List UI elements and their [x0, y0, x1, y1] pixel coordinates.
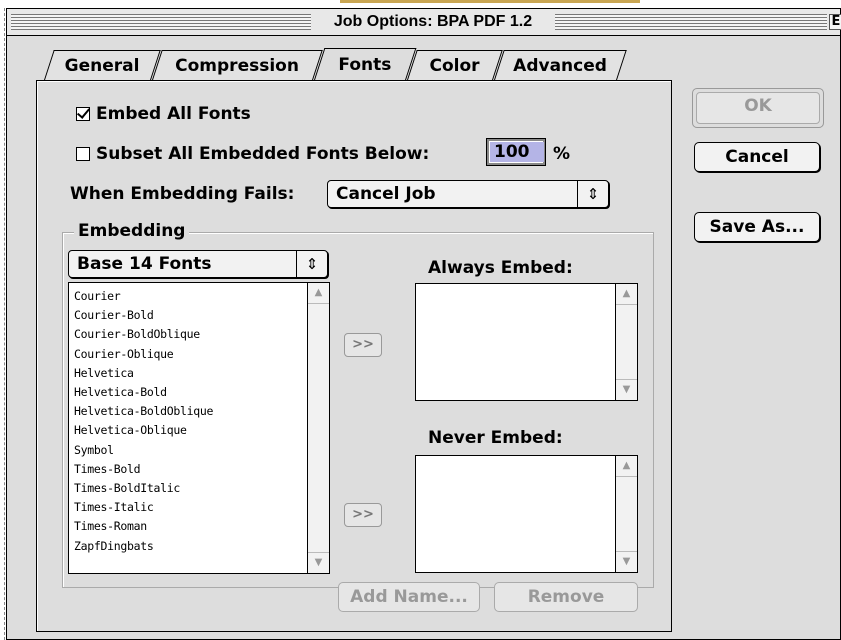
tab-compression-label: Compression [175, 56, 299, 76]
always-embed-list[interactable]: ▲ ▼ [415, 283, 638, 401]
tab-color-label: Color [429, 56, 480, 76]
title-bar-stripes-left [11, 14, 311, 30]
scroll-down-arrow-icon[interactable]: ▼ [616, 551, 637, 572]
tab-fonts-label: Fonts [338, 55, 392, 75]
scroll-up-arrow-icon[interactable]: ▲ [616, 456, 637, 477]
save-as-button[interactable]: Save As... [694, 212, 820, 242]
font-source-popup[interactable]: Base 14 Fonts ⇕ [68, 250, 328, 278]
background-window-edge [340, 0, 640, 3]
subset-fonts-label: Subset All Embedded Fonts Below: [96, 144, 430, 164]
always-embed-label: Always Embed: [428, 258, 573, 278]
never-embed-scrollbar[interactable]: ▲ ▼ [615, 456, 637, 572]
subset-threshold-input[interactable]: 100 [486, 138, 546, 166]
subset-threshold-unit: % [553, 144, 571, 164]
updown-arrows-icon: ⇕ [296, 251, 327, 277]
scroll-down-arrow-icon[interactable]: ▼ [308, 552, 329, 573]
font-list-item[interactable]: Courier-Bold [74, 306, 213, 325]
tab-color[interactable]: Color [407, 50, 503, 80]
tab-general[interactable]: General [44, 50, 161, 80]
embedding-group-title: Embedding [74, 220, 190, 242]
add-to-never-embed-button[interactable]: >> [344, 503, 382, 527]
tab-fonts[interactable]: Fonts [314, 48, 417, 80]
scroll-up-arrow-icon[interactable]: ▲ [616, 284, 637, 305]
zoom-box-icon[interactable]: E [829, 14, 841, 30]
font-list-item[interactable]: Symbol [74, 441, 213, 460]
when-embedding-fails-label: When Embedding Fails: [70, 184, 295, 204]
font-list-item[interactable]: Times-BoldItalic [74, 479, 213, 498]
font-list-item[interactable]: Courier [74, 287, 213, 306]
font-list-item[interactable]: Helvetica-BoldOblique [74, 402, 213, 421]
available-fonts-list[interactable]: Courier Courier-Bold Courier-BoldOblique Co… [68, 282, 330, 574]
tab-general-label: General [64, 56, 140, 76]
font-list-item[interactable]: Helvetica-Bold [74, 383, 213, 402]
add-name-button[interactable]: Add Name... [338, 582, 480, 612]
font-list-item[interactable]: Helvetica-Oblique [74, 421, 213, 440]
desktop-strip [0, 0, 841, 8]
tab-compression[interactable]: Compression [152, 50, 323, 80]
subset-fonts-option[interactable]: Subset All Embedded Fonts Below: [76, 144, 429, 164]
never-embed-list[interactable]: ▲ ▼ [415, 455, 638, 573]
tab-advanced-label: Advanced [513, 56, 607, 76]
font-list-item[interactable]: Times-Bold [74, 460, 213, 479]
updown-arrows-icon: ⇕ [577, 181, 608, 207]
font-list-item[interactable]: Courier-Oblique [74, 345, 213, 364]
tab-advanced[interactable]: Advanced [494, 50, 627, 80]
window-title: Job Options: BPA PDF 1.2 [311, 12, 555, 32]
title-bar[interactable]: Job Options: BPA PDF 1.2 E [7, 9, 841, 36]
ok-button-label: OK [696, 92, 820, 124]
font-source-value: Base 14 Fonts [77, 254, 212, 274]
embed-all-fonts-checkbox[interactable] [76, 107, 90, 121]
cancel-button[interactable]: Cancel [694, 142, 820, 172]
embed-all-fonts-option[interactable]: Embed All Fonts [76, 104, 251, 124]
font-list-item[interactable]: Courier-BoldOblique [74, 325, 213, 344]
font-list-item[interactable]: ZapfDingbats [74, 537, 213, 556]
always-embed-scrollbar[interactable]: ▲ ▼ [615, 284, 637, 400]
embed-all-fonts-label: Embed All Fonts [96, 104, 251, 124]
font-list-item[interactable]: Times-Roman [74, 517, 213, 536]
scroll-down-arrow-icon[interactable]: ▼ [616, 379, 637, 400]
subset-threshold-value: 100 [490, 142, 544, 162]
font-list-item[interactable]: Helvetica [74, 364, 213, 383]
when-embedding-fails-value: Cancel Job [336, 184, 436, 204]
add-to-always-embed-button[interactable]: >> [344, 333, 382, 357]
available-fonts-scrollbar[interactable]: ▲ ▼ [307, 283, 329, 573]
title-bar-stripes-right [555, 14, 827, 30]
scroll-up-arrow-icon[interactable]: ▲ [308, 283, 329, 304]
subset-fonts-checkbox[interactable] [76, 147, 90, 161]
available-fonts-items: Courier Courier-Bold Courier-BoldOblique Co… [74, 287, 213, 556]
ok-button[interactable]: OK [692, 88, 824, 128]
remove-button[interactable]: Remove [494, 582, 638, 612]
never-embed-label: Never Embed: [428, 428, 563, 448]
when-embedding-fails-popup[interactable]: Cancel Job ⇕ [327, 180, 609, 208]
desktop-edge [0, 8, 5, 640]
font-list-item[interactable]: Times-Italic [74, 498, 213, 517]
